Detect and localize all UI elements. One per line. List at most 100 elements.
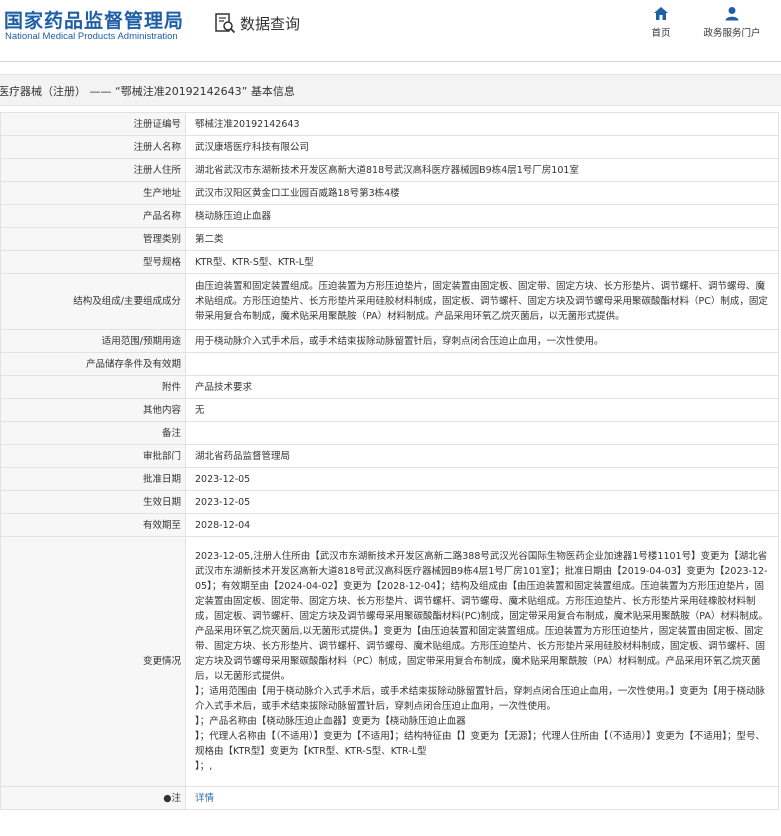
table-row: 备注 [0, 421, 779, 445]
table-row: 其他内容 无 [0, 398, 779, 422]
field-value-text: 2023-12-05 [195, 473, 251, 485]
field-label-text: 型号规格 [142, 256, 181, 268]
field-label: 审批部门 [0, 444, 186, 468]
field-value-text: 2023-12-05,注册人住所由【武汉市东湖新技术开发区高新二路388号武汉光… [195, 551, 768, 772]
table-row: 变更情况 2023-12-05,注册人住所由【武汉市东湖新技术开发区高新二路388… [0, 536, 779, 787]
field-value: 桡动脉压迫止血器 [185, 204, 779, 228]
table-row: 生产地址 武汉市汉阳区黄金口工业园百威路18号第3栋4楼 [0, 181, 779, 205]
field-value-text: 2028-12-04 [195, 519, 251, 531]
table-row: 有效期至 2028-12-04 [0, 513, 779, 537]
field-label: 适用范围/预期用途 [0, 329, 186, 353]
field-value-text: 产品技术要求 [195, 381, 253, 393]
nav-service-portal[interactable]: 政务服务门户 [701, 6, 763, 39]
field-label: 型号规格 [0, 250, 186, 274]
field-value-text: 用于桡动脉介入式手术后，或手术结束拔除动脉留置针后，穿刺点闭合压迫止血用，一次性… [195, 335, 604, 347]
details-link[interactable]: 详情 [195, 793, 214, 804]
field-label-text: 注册证编号 [133, 118, 181, 130]
field-label-text: 注册人住所 [133, 164, 181, 176]
breadcrumb-bar: 医疗器械（注册） —— “鄂械注准20192142643” 基本信息 [0, 74, 781, 106]
field-value-text: 武汉康塔医疗科技有限公司 [195, 141, 310, 153]
field-label-text: 附件 [161, 381, 181, 393]
field-label-text: 产品名称 [142, 210, 181, 222]
field-label: 产品储存条件及有效期 [0, 352, 186, 376]
field-label-text: 结构及组成/主要组成成分 [73, 296, 181, 307]
field-label-text: 审批部门 [142, 450, 181, 462]
home-icon [654, 7, 668, 20]
field-value: 2028-12-04 [185, 513, 779, 537]
field-value: 鄂械注准20192142643 [185, 112, 779, 136]
field-label: 注册人住所 [0, 158, 186, 182]
field-value-text: 第二类 [195, 233, 224, 245]
field-label: 结构及组成/主要组成成分 [0, 273, 186, 330]
field-value [185, 352, 779, 376]
field-value: 第二类 [185, 227, 779, 251]
table-row: 注册证编号 鄂械注准20192142643 [0, 112, 779, 136]
table-row: 型号规格 KTR型、KTR-S型、KTR-L型 [0, 250, 779, 274]
field-label-text: 有效期至 [142, 519, 181, 531]
field-label: 生效日期 [0, 490, 186, 514]
field-value-text: 湖北省药品监督管理局 [195, 450, 291, 462]
field-value: 2023-12-05,注册人住所由【武汉市东湖新技术开发区高新二路388号武汉光… [185, 536, 779, 787]
field-label-text: 生效日期 [142, 496, 181, 508]
search-document-icon [215, 13, 236, 34]
table-row: 产品名称 桡动脉压迫止血器 [0, 204, 779, 228]
site-logo-title[interactable]: 国家药品监督管理局 [4, 6, 184, 33]
field-value: KTR型、KTR-S型、KTR-L型 [185, 250, 779, 274]
field-label-text: 注 [171, 792, 181, 804]
field-label: 注册证编号 [0, 112, 186, 136]
table-row: 生效日期 2023-12-05 [0, 490, 779, 514]
registration-info-table: 注册证编号 鄂械注准20192142643 注册人名称 武汉康塔医疗科技有限公司注册人… [0, 112, 779, 810]
table-row: ●注 详情 [0, 786, 779, 810]
field-label-text: 产品储存条件及有效期 [85, 358, 181, 370]
field-label: 备注 [0, 421, 186, 445]
table-row: 适用范围/预期用途 用于桡动脉介入式手术后，或手术结束拔除动脉留置针后，穿刺点闭合… [0, 329, 779, 353]
field-value: 无 [185, 398, 779, 422]
table-row: 管理类别 第二类 [0, 227, 779, 251]
field-label-text: 其他内容 [142, 404, 181, 416]
field-label-text: 注册人名称 [133, 141, 181, 153]
table-row: 审批部门 湖北省药品监督管理局 [0, 444, 779, 468]
field-label: 有效期至 [0, 513, 186, 537]
user-icon [725, 7, 739, 21]
field-value [185, 421, 779, 445]
table-row: 批准日期 2023-12-05 [0, 467, 779, 491]
field-label: 其他内容 [0, 398, 186, 422]
site-header: 国家药品监督管理局 National Medical Products Admi… [0, 0, 781, 62]
field-label: 产品名称 [0, 204, 186, 228]
field-label-text: 管理类别 [142, 233, 181, 245]
table-row: 注册人住所 湖北省武汉市东湖新技术开发区高新大道818号武汉高科医疗器械园B9栋4… [0, 158, 779, 182]
field-label: 注册人名称 [0, 135, 186, 159]
field-label: 管理类别 [0, 227, 186, 251]
table-row: 结构及组成/主要组成成分 由压迫装置和固定装置组成。压迫装置为方形压迫垫片，固定装… [0, 273, 779, 330]
header-divider [0, 61, 781, 62]
field-label-text: 生产地址 [142, 187, 181, 199]
field-value-text: 湖北省武汉市东湖新技术开发区高新大道818号武汉高科医疗器械园B9栋4层1号厂房… [195, 164, 579, 176]
field-value-text: 鄂械注准20192142643 [195, 118, 300, 130]
nav-home-label: 首页 [651, 28, 671, 39]
field-value: 产品技术要求 [185, 375, 779, 399]
field-value: 2023-12-05 [185, 467, 779, 491]
table-row: 附件 产品技术要求 [0, 375, 779, 399]
field-value: 湖北省药品监督管理局 [185, 444, 779, 468]
field-label-text: 批准日期 [142, 473, 181, 485]
field-value: 2023-12-05 [185, 490, 779, 514]
field-value-text: 由压迫装置和固定装置组成。压迫装置为方形压迫垫片，固定装置由固定板、固定带、固定… [195, 281, 768, 322]
field-value: 详情 [185, 786, 779, 810]
data-query-label: 数据查询 [240, 14, 301, 33]
field-value-text: KTR型、KTR-S型、KTR-L型 [195, 256, 314, 268]
field-label-text: 备注 [161, 427, 181, 439]
nav-service-label: 政务服务门户 [703, 28, 761, 39]
field-value: 由压迫装置和固定装置组成。压迫装置为方形压迫垫片，固定装置由固定板、固定带、固定… [185, 273, 779, 330]
field-value: 用于桡动脉介入式手术后，或手术结束拔除动脉留置针后，穿刺点闭合压迫止血用，一次性… [185, 329, 779, 353]
nav-home[interactable]: 首页 [649, 6, 673, 39]
field-value-text: 武汉市汉阳区黄金口工业园百威路18号第3栋4楼 [195, 187, 400, 199]
table-row: 产品储存条件及有效期 [0, 352, 779, 376]
field-label: 附件 [0, 375, 186, 399]
field-value: 武汉市汉阳区黄金口工业园百威路18号第3栋4楼 [185, 181, 779, 205]
field-value: 武汉康塔医疗科技有限公司 [185, 135, 779, 159]
site-logo-subtitle[interactable]: National Medical Products Administration [5, 31, 178, 42]
data-query-link[interactable]: 数据查询 [214, 12, 300, 34]
field-label-text: 适用范围/预期用途 [101, 335, 181, 347]
field-value-text: 2023-12-05 [195, 496, 251, 508]
field-label: 批准日期 [0, 467, 186, 491]
